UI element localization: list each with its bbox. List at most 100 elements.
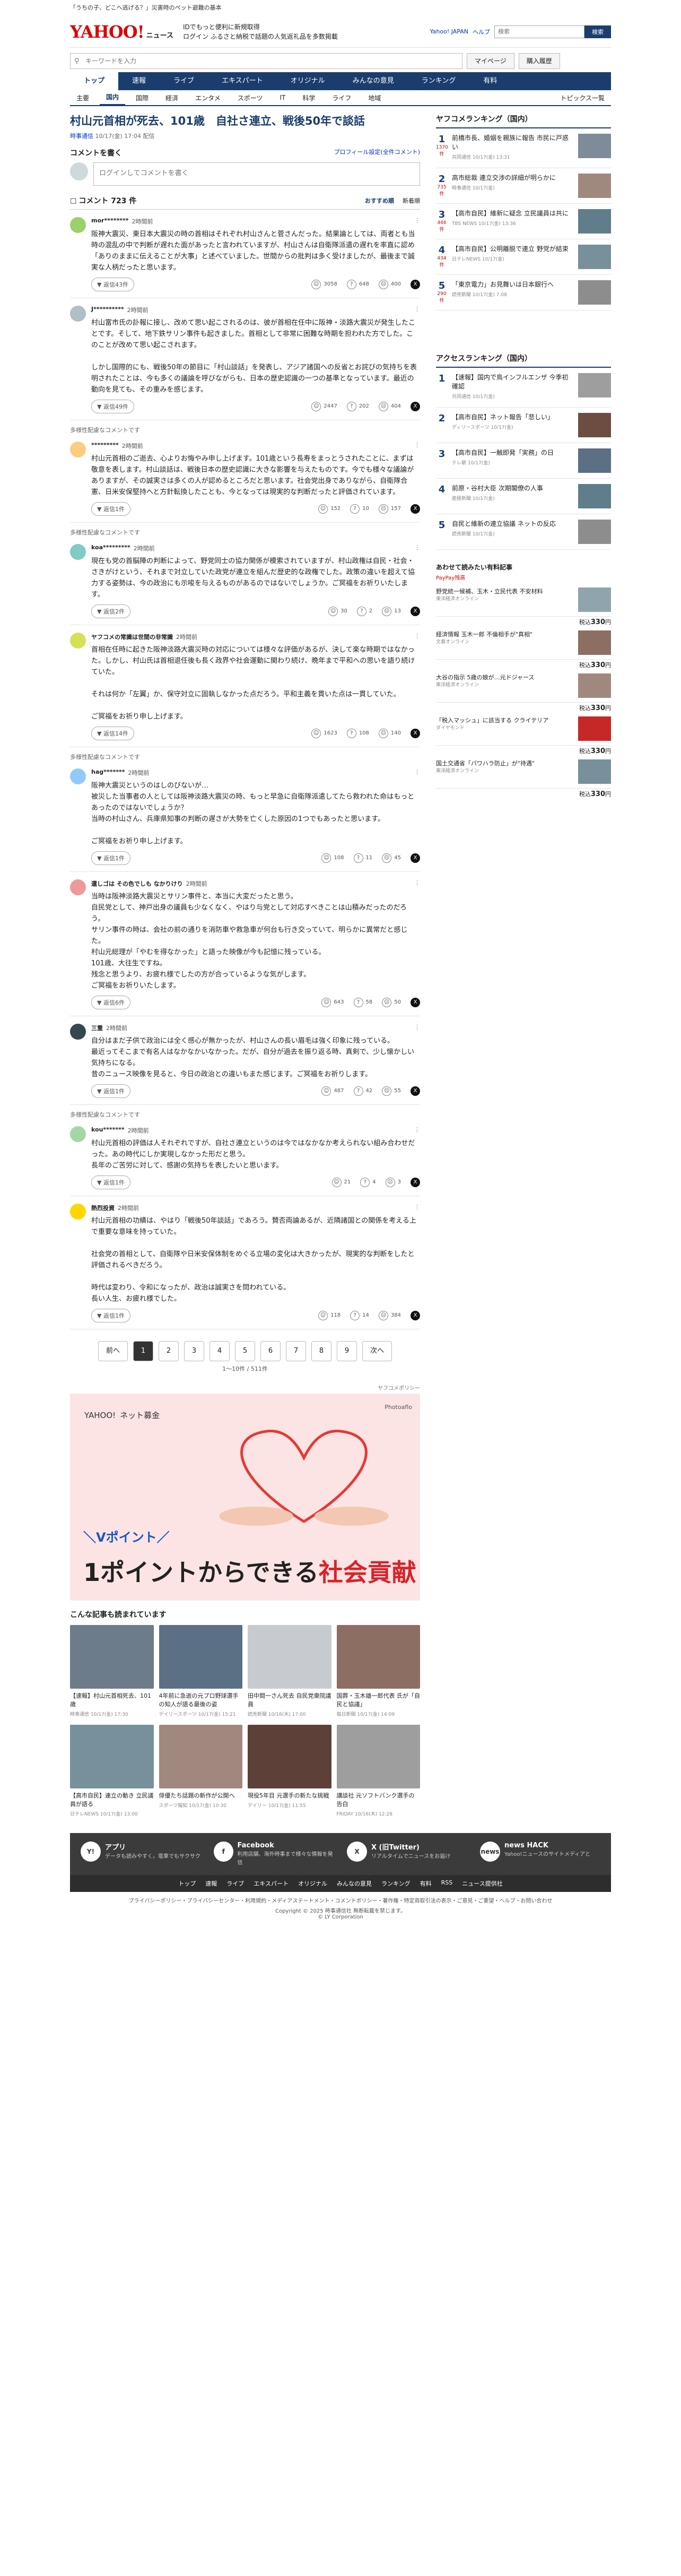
disagree-button[interactable]: ☹ 140 xyxy=(378,729,401,738)
ranking-item[interactable]: 5 自民と維新の連立協議 ネットの反応 読売新聞 10/17(金) xyxy=(436,514,611,550)
x-share-icon[interactable]: X xyxy=(411,1086,420,1096)
sort-recommended[interactable]: おすすめ順 xyxy=(365,196,394,205)
subnav-local[interactable]: 地域 xyxy=(362,93,387,102)
nav-opinions[interactable]: みんなの意見 xyxy=(339,72,408,90)
x-share-icon[interactable]: X xyxy=(411,504,420,514)
disagree-button[interactable]: ☹ 45 xyxy=(382,853,401,863)
disagree-button[interactable]: ☹ 400 xyxy=(378,280,401,289)
article-title[interactable]: 村山元首相が死去、101歳 自社さ連立、戦後50年で談話 xyxy=(70,114,420,128)
prev-page-button[interactable]: 前へ xyxy=(98,1341,128,1361)
ranking-item[interactable]: 3 446件 【高市自民】維新に疑念 立民議員は共に TBS NEWS 10/17(… xyxy=(436,204,611,239)
agree-button[interactable]: ☺ 1623 xyxy=(311,729,337,738)
agree-button[interactable]: ☺ 30 xyxy=(328,607,347,616)
article-card[interactable]: 講談社 元ソフトバンク選手の告白 FRIDAY 10/16(木) 12:28 xyxy=(336,1725,420,1817)
unsure-button[interactable]: ? 2 xyxy=(356,607,372,616)
nav-original[interactable]: オリジナル xyxy=(277,72,339,90)
app-name[interactable]: Facebook xyxy=(238,1842,335,1849)
reply-button[interactable]: ▼ 返信2件 xyxy=(91,604,130,618)
ranking-thumbnail[interactable] xyxy=(578,484,611,508)
unsure-button[interactable]: ? 202 xyxy=(346,402,369,411)
help-link[interactable]: ヘルプ xyxy=(473,28,490,36)
article-thumbnail[interactable] xyxy=(336,1625,420,1689)
report-link[interactable]: ⋮ xyxy=(414,1204,420,1212)
header-ad[interactable]: IDでもっと便利に新規取得 ログイン ふるさと納税で話題の人気返礼品を多数掲載 xyxy=(183,22,338,41)
report-link[interactable]: ⋮ xyxy=(414,1126,420,1135)
article-card-title[interactable]: 【高市自民】連立の動き 立民議員が語る xyxy=(70,1792,154,1809)
nav-live[interactable]: ライブ xyxy=(160,72,208,90)
reply-button[interactable]: ▼ 返信1件 xyxy=(91,502,130,516)
article-thumbnail[interactable] xyxy=(70,1625,154,1689)
ranking-thumbnail[interactable] xyxy=(578,448,611,473)
article-thumbnail[interactable] xyxy=(336,1725,420,1788)
ranking-thumbnail[interactable] xyxy=(578,134,611,158)
agree-button[interactable]: ☺ 2447 xyxy=(311,402,337,411)
page-9[interactable]: 9 xyxy=(337,1341,357,1361)
paid-article-title[interactable]: 経済情報 玉木一郎 不倫相手が"真相" xyxy=(436,630,574,638)
ranking-title[interactable]: 【高市自民】一触即発「実務」の日 xyxy=(452,448,574,457)
avatar[interactable] xyxy=(70,217,86,233)
unsure-button[interactable]: ? 10 xyxy=(350,504,369,514)
report-link[interactable]: ⋮ xyxy=(414,879,420,888)
avatar[interactable] xyxy=(70,633,86,649)
x-share-icon[interactable]: X xyxy=(411,853,420,863)
nav-expert[interactable]: エキスパート xyxy=(208,72,277,90)
footer-nav-item[interactable]: RSS xyxy=(441,1879,453,1888)
article-thumbnail[interactable] xyxy=(248,1625,331,1689)
disagree-button[interactable]: ☹ 50 xyxy=(382,998,401,1007)
disagree-button[interactable]: ☹ 13 xyxy=(382,607,401,616)
promo-banner[interactable]: 「うちの子、どこへ逃げる？」災害時のペット避難の基本 xyxy=(70,0,611,16)
footer-nav-item[interactable]: 有料 xyxy=(420,1879,432,1888)
page-7[interactable]: 7 xyxy=(286,1341,306,1361)
footer-app-link[interactable]: X X (旧Twitter) リアルタイムでニュースをお届け xyxy=(347,1842,467,1866)
unsure-button[interactable]: ? 14 xyxy=(350,1311,369,1320)
x-share-icon[interactable]: X xyxy=(411,280,420,289)
ranking-thumbnail[interactable] xyxy=(578,245,611,269)
subnav-domestic[interactable]: 国内 xyxy=(100,90,126,106)
page-3[interactable]: 3 xyxy=(184,1341,204,1361)
disagree-button[interactable]: ☹ 157 xyxy=(378,504,401,514)
ranking-title[interactable]: 前橋市長、婚姻を親族に報告 市民に戸惑い xyxy=(452,134,574,152)
x-share-icon[interactable]: X xyxy=(411,998,420,1007)
comment-user[interactable]: kou******* xyxy=(91,1126,125,1135)
agree-button[interactable]: ☺ 3058 xyxy=(311,280,337,289)
article-card-title[interactable]: 国葬・玉木雄一郎代表 氏が「自民と協議」 xyxy=(337,1692,421,1709)
ranking-title[interactable]: 高市総裁 連立交渉の詳細が明らかに xyxy=(452,174,574,183)
agree-button[interactable]: ☺ 643 xyxy=(321,998,344,1007)
comment-user[interactable]: ヤフコメの常識は世間の非常識 xyxy=(91,633,173,641)
ranking-item[interactable]: 5 290件 「東京電力」お見舞いは日本銀行へ 読売新聞 10/17(金) 7:08 xyxy=(436,275,611,310)
page-5[interactable]: 5 xyxy=(235,1341,255,1361)
page-2[interactable]: 2 xyxy=(159,1341,179,1361)
footer-app-link[interactable]: f Facebook 利用店舗、海外時事まで様々な情報を発信 xyxy=(214,1842,334,1866)
article-card[interactable]: 現役5年目 元選手の新たな挑戦 デイリー 10/17(金) 11:55 xyxy=(248,1725,331,1817)
report-link[interactable]: ⋮ xyxy=(414,1024,420,1032)
header-ad-line1[interactable]: IDでもっと便利に新規取得 xyxy=(183,22,338,32)
article-card-title[interactable]: 【速報】村山元首相死去、101歳 xyxy=(70,1692,154,1709)
ranking-title[interactable]: 【高市自民】維新に疑念 立民議員は共に xyxy=(452,209,574,218)
ranking-item[interactable]: 1 【速報】国内で鳥インフルエンザ 今季初確認 共同通信 10/17(金) xyxy=(436,368,611,408)
article-card-title[interactable]: 田中間一さん死去 自民党衆院議員 xyxy=(248,1692,331,1709)
unsure-button[interactable]: ? 11 xyxy=(353,853,372,863)
avatar[interactable] xyxy=(70,1024,86,1040)
app-name[interactable]: X (旧Twitter) xyxy=(371,1842,450,1852)
comment-login-field[interactable]: ログインしてコメントを書く xyxy=(93,162,420,186)
article-card-title[interactable]: 4年前に急逝の元プロ野球選手の知人が語る最後の姿 xyxy=(159,1692,243,1709)
nav-top[interactable]: トップ xyxy=(70,72,119,90)
paid-article-item[interactable]: 「税入マッシュ」に該当する クライテリア ダイヤモンド 税込330円 xyxy=(436,712,611,755)
comment-user[interactable]: 三重 xyxy=(91,1024,103,1032)
comment-user[interactable]: koa********* xyxy=(91,544,130,552)
paid-article-thumbnail[interactable] xyxy=(578,716,611,741)
ranking-thumbnail[interactable] xyxy=(578,280,611,305)
nav-breaking[interactable]: 速報 xyxy=(118,72,160,90)
article-card[interactable]: 【速報】村山元首相死去、101歳 時事通信 10/17(金) 17:30 xyxy=(70,1625,154,1717)
footer-links[interactable]: プライバシーポリシー・プライバシーセンター・利用規約・メディアステートメント・コ… xyxy=(70,1892,611,1906)
subnav-main[interactable]: 主要 xyxy=(70,93,95,102)
report-link[interactable]: ⋮ xyxy=(414,217,420,226)
avatar[interactable] xyxy=(70,544,86,560)
next-page-button[interactable]: 次へ xyxy=(362,1341,392,1361)
article-card[interactable]: 【高市自民】連立の動き 立民議員が語る 日テレNEWS 10/17(金) 13:… xyxy=(70,1725,154,1817)
comment-user[interactable]: hag******* xyxy=(91,768,125,777)
x-share-icon[interactable]: X xyxy=(411,729,420,738)
ranking-title[interactable]: 「東京電力」お見舞いは日本銀行へ xyxy=(452,280,574,289)
avatar[interactable] xyxy=(70,1126,86,1142)
avatar[interactable] xyxy=(70,442,86,457)
